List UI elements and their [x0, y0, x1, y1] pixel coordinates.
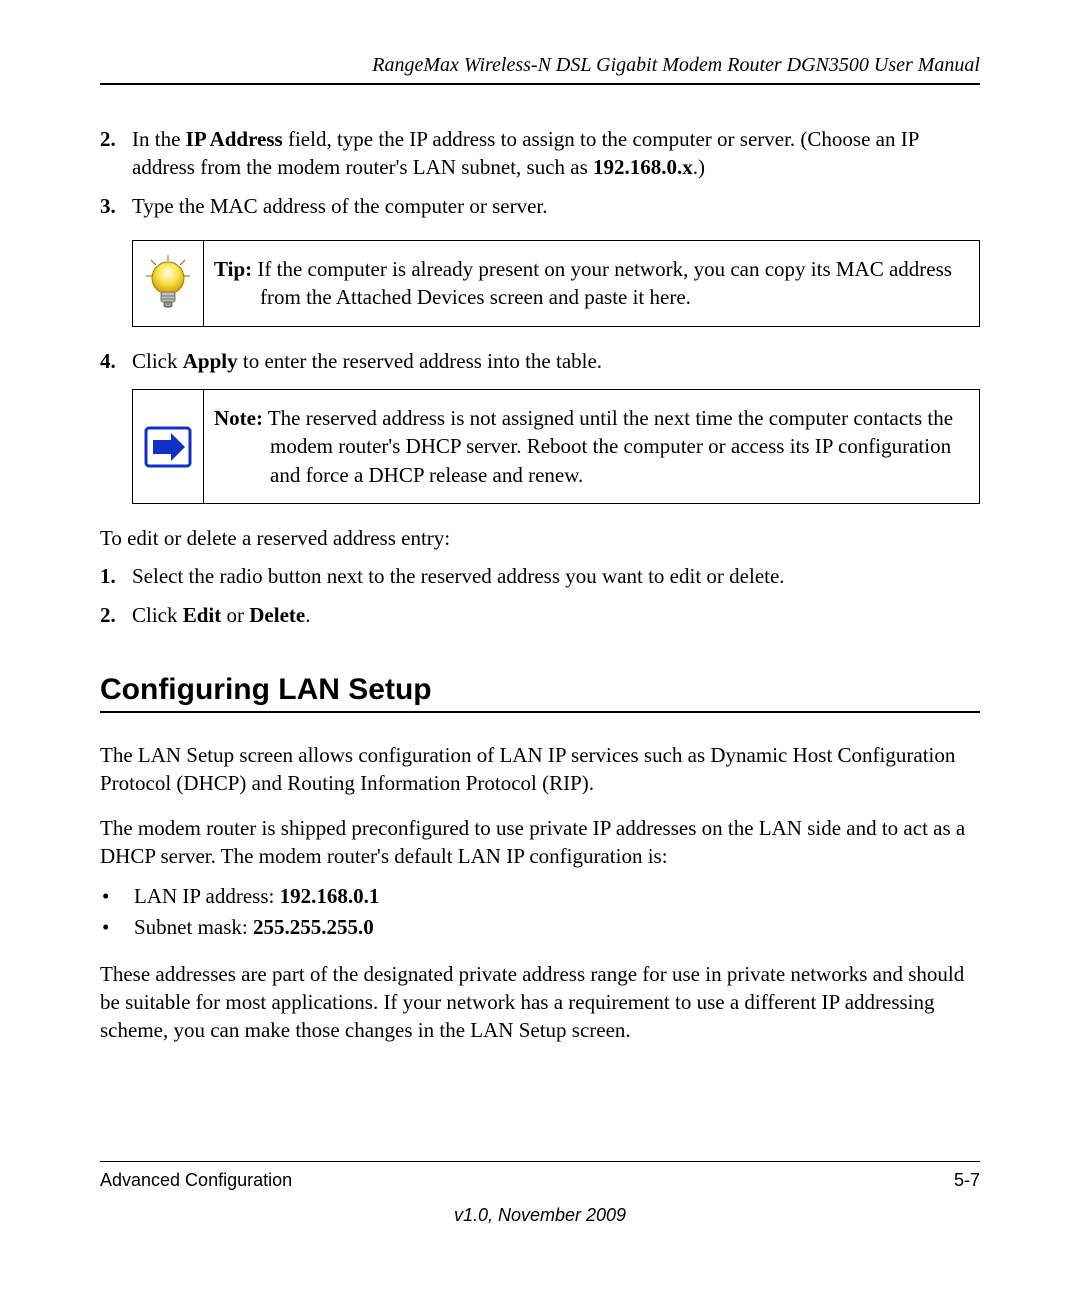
step-4: 4. Click Apply to enter the reserved add…	[100, 347, 980, 375]
header-rule	[100, 83, 980, 85]
tip-label: Tip:	[214, 257, 252, 281]
lightbulb-icon	[143, 254, 193, 312]
text: Click	[132, 603, 183, 627]
text: or	[221, 603, 249, 627]
footer-chapter: Advanced Configuration	[100, 1170, 292, 1191]
step-body: Click Apply to enter the reserved addres…	[132, 347, 980, 375]
step-body: Click Edit or Delete.	[132, 601, 980, 629]
ip-example: 192.168.0.x	[593, 155, 693, 179]
tip-body: If the computer is already present on yo…	[252, 257, 952, 309]
note-label: Note:	[214, 406, 263, 430]
text: .	[305, 603, 310, 627]
button-name-apply: Apply	[183, 349, 238, 373]
list-body: Subnet mask: 255.255.255.0	[134, 912, 374, 944]
tip-icon-cell	[133, 241, 204, 326]
edit-intro: To edit or delete a reserved address ent…	[100, 524, 980, 552]
text: LAN IP address:	[134, 884, 280, 908]
step-body: In the IP Address field, type the IP add…	[132, 125, 980, 182]
bullet-icon: •	[100, 881, 134, 913]
step-3: 3. Type the MAC address of the computer …	[100, 192, 980, 220]
step-number: 3.	[100, 192, 132, 220]
note-body: The reserved address is not assigned unt…	[263, 406, 953, 487]
step-number: 2.	[100, 125, 132, 153]
step-number: 1.	[100, 562, 132, 590]
tip-text: Tip: If the computer is already present …	[204, 241, 979, 326]
button-name-edit: Edit	[183, 603, 222, 627]
subnet-mask-value: 255.255.255.0	[253, 915, 374, 939]
lan-para-3: These addresses are part of the designat…	[100, 960, 980, 1045]
list-item: • LAN IP address: 192.168.0.1	[100, 881, 980, 913]
arrow-right-icon	[143, 425, 193, 469]
text: to enter the reserved address into the t…	[238, 349, 602, 373]
tip-callout: Tip: If the computer is already present …	[132, 240, 980, 327]
text: .)	[693, 155, 705, 179]
step-number: 4.	[100, 347, 132, 375]
step-2: 2. In the IP Address field, type the IP …	[100, 125, 980, 182]
footer-page-number: 5-7	[954, 1170, 980, 1191]
steps-list-a: 2. In the IP Address field, type the IP …	[100, 125, 980, 220]
text: In the	[132, 127, 186, 151]
list-item: • Subnet mask: 255.255.255.0	[100, 912, 980, 944]
note-text: Note: The reserved address is not assign…	[204, 390, 979, 503]
page-footer: Advanced Configuration 5-7 v1.0, Novembe…	[100, 1161, 980, 1226]
edit-step-2: 2. Click Edit or Delete.	[100, 601, 980, 629]
section-rule	[100, 711, 980, 713]
note-icon-cell	[133, 390, 204, 503]
section-heading: Configuring LAN Setup	[100, 673, 980, 707]
step-body: Type the MAC address of the computer or …	[132, 192, 980, 220]
step-body: Select the radio button next to the rese…	[132, 562, 980, 590]
step-number: 2.	[100, 601, 132, 629]
field-name: IP Address	[186, 127, 283, 151]
list-body: LAN IP address: 192.168.0.1	[134, 881, 379, 913]
steps-list-b: 1. Select the radio button next to the r…	[100, 562, 980, 629]
note-callout: Note: The reserved address is not assign…	[132, 389, 980, 504]
footer-version: v1.0, November 2009	[100, 1205, 980, 1226]
edit-step-1: 1. Select the radio button next to the r…	[100, 562, 980, 590]
steps-list-a-cont: 4. Click Apply to enter the reserved add…	[100, 347, 980, 375]
lan-para-2: The modem router is shipped preconfigure…	[100, 814, 980, 871]
text: Click	[132, 349, 183, 373]
bullet-icon: •	[100, 912, 134, 944]
footer-rule	[100, 1161, 980, 1162]
page: RangeMax Wireless-N DSL Gigabit Modem Ro…	[0, 0, 1080, 1296]
lan-ip-value: 192.168.0.1	[280, 884, 380, 908]
lan-defaults-list: • LAN IP address: 192.168.0.1 • Subnet m…	[100, 881, 980, 944]
text: Subnet mask:	[134, 915, 253, 939]
running-header: RangeMax Wireless-N DSL Gigabit Modem Ro…	[100, 54, 980, 77]
lan-para-1: The LAN Setup screen allows configuratio…	[100, 741, 980, 798]
button-name-delete: Delete	[249, 603, 305, 627]
